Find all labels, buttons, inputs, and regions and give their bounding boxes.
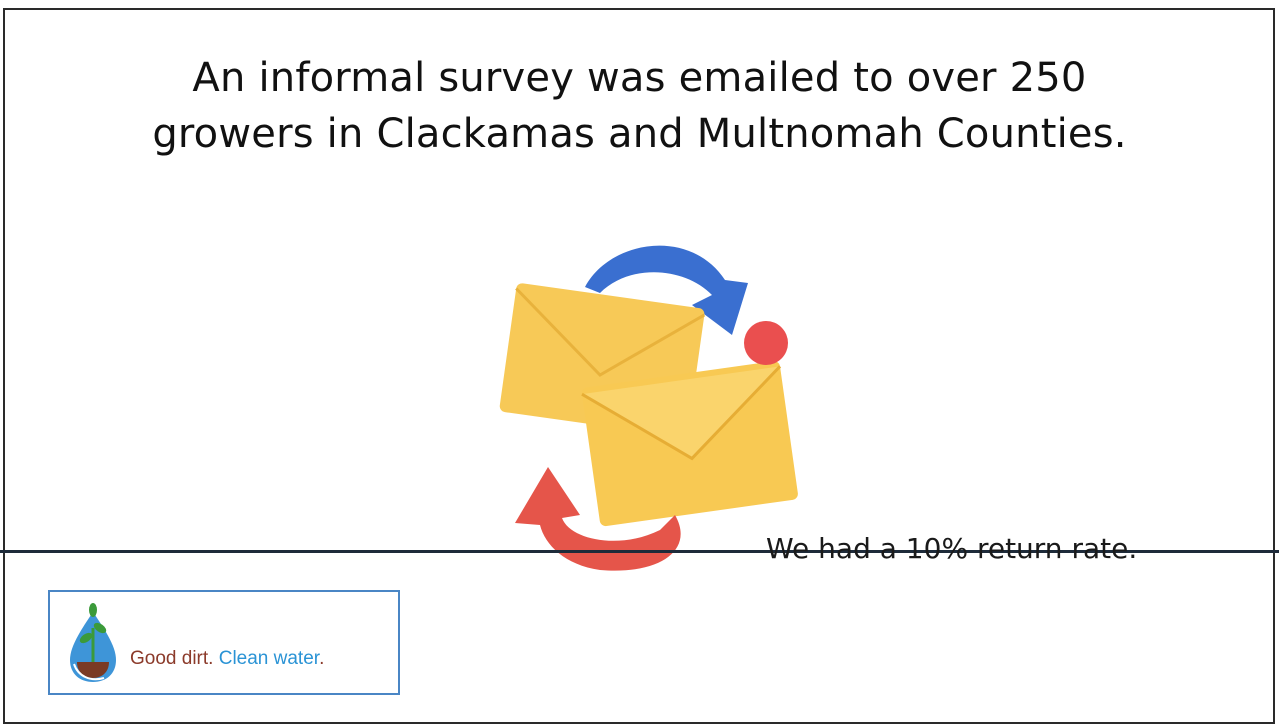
title-line-1: An informal survey was emailed to over 2…: [192, 55, 1087, 101]
notification-dot: [744, 321, 788, 365]
logo-box: Good dirt. Clean water.: [48, 590, 400, 695]
tagline-clean-water: Clean water: [218, 648, 320, 669]
front-envelope: [581, 361, 798, 527]
slide-title: An informal survey was emailed to over 2…: [0, 50, 1279, 162]
water-drop-sprout-icon: [70, 603, 116, 682]
tagline-good-dirt: Good dirt.: [130, 648, 214, 669]
email-exchange-icon: [499, 245, 798, 571]
title-line-2: growers in Clackamas and Multnomah Count…: [152, 111, 1127, 157]
tagline-period: .: [319, 648, 325, 669]
logo-tagline: Good dirt. Clean water.: [130, 648, 324, 670]
return-rate-text: We had a 10% return rate.: [766, 532, 1138, 565]
